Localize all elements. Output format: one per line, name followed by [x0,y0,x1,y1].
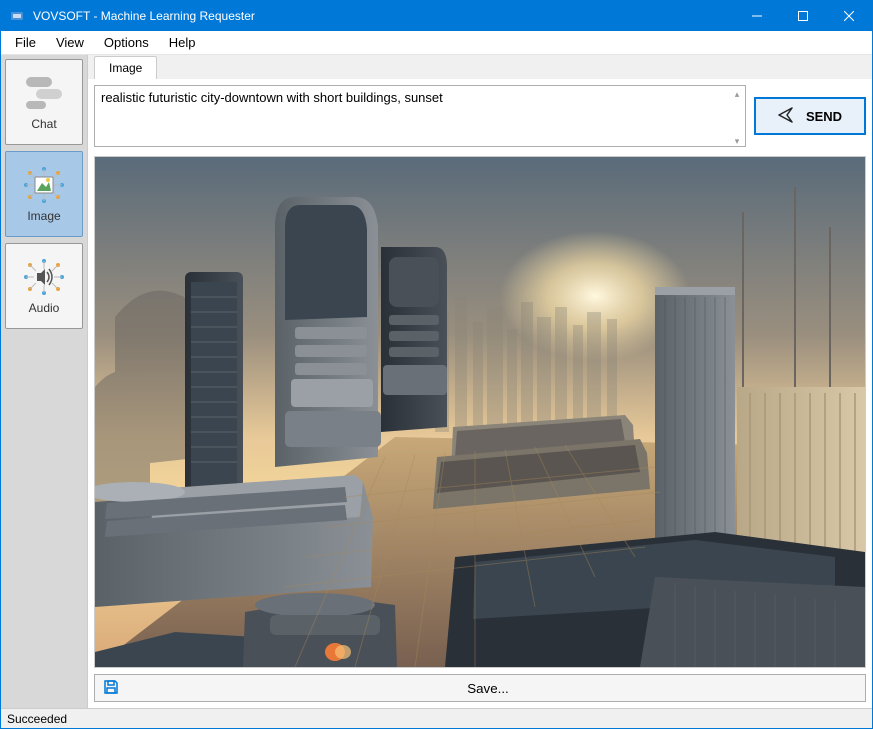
minimize-button[interactable] [734,1,780,31]
send-button[interactable]: SEND [754,97,866,135]
titlebar: VOVSOFT - Machine Learning Requester [1,1,872,31]
menu-help[interactable]: Help [159,32,206,53]
tab-image[interactable]: Image [94,56,157,79]
menu-options[interactable]: Options [94,32,159,53]
menu-view[interactable]: View [46,32,94,53]
maximize-button[interactable] [780,1,826,31]
save-label: Save... [119,681,857,696]
window-controls [734,1,872,31]
save-icon [103,679,119,698]
content: ▴ ▾ SEND [88,79,872,708]
close-button[interactable] [826,1,872,31]
generated-image [95,157,865,667]
status-text: Succeeded [7,712,67,726]
send-icon [778,107,794,126]
body: Chat Image [1,55,872,708]
sidebar-item-audio[interactable]: Audio [5,243,83,329]
sidebar: Chat Image [1,55,87,708]
sidebar-item-label: Audio [29,301,60,315]
window-title: VOVSOFT - Machine Learning Requester [33,9,734,23]
chat-icon [20,73,68,113]
app-icon [9,8,25,24]
main-panel: Image ▴ ▾ SEND [87,55,872,708]
sidebar-item-label: Chat [31,117,56,131]
prompt-input[interactable] [94,85,746,147]
send-label: SEND [806,109,842,124]
menubar: File View Options Help [1,31,872,55]
tabs: Image [88,55,872,79]
statusbar: Succeeded [1,708,872,728]
sidebar-item-chat[interactable]: Chat [5,59,83,145]
scroll-up-icon[interactable]: ▴ [730,87,744,101]
prompt-wrapper: ▴ ▾ [94,85,746,150]
menu-file[interactable]: File [5,32,46,53]
audio-icon [20,257,68,297]
save-button[interactable]: Save... [94,674,866,702]
sidebar-item-image[interactable]: Image [5,151,83,237]
generated-image-area [94,156,866,668]
app-window: VOVSOFT - Machine Learning Requester Fil… [0,0,873,729]
prompt-row: ▴ ▾ SEND [94,85,866,150]
sidebar-item-label: Image [27,209,60,223]
scroll-down-icon[interactable]: ▾ [730,134,744,148]
image-icon [20,165,68,205]
